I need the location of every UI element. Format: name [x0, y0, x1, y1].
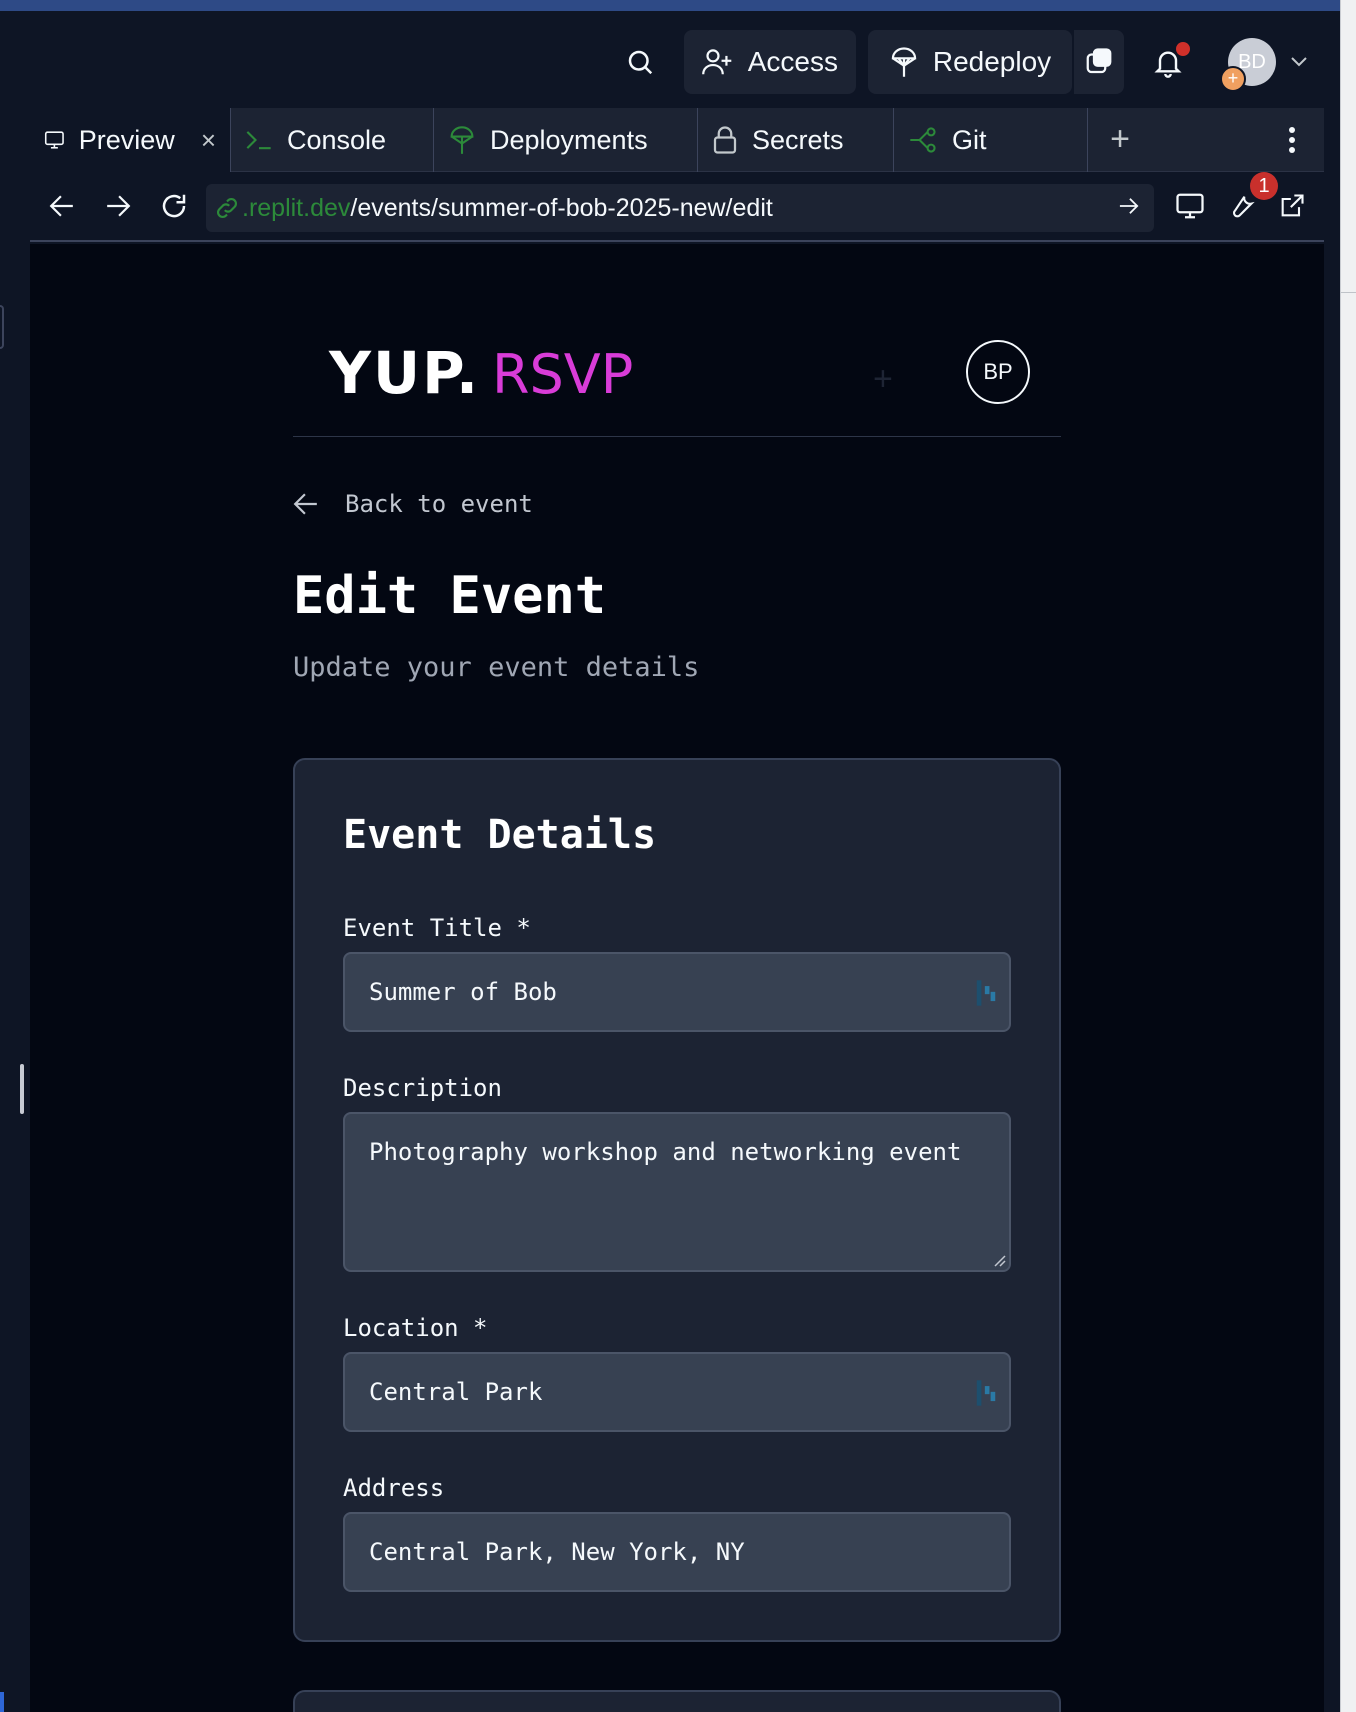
deploy-icon — [450, 126, 474, 154]
app-logo[interactable]: YUP. RSVP — [329, 344, 633, 402]
redeploy-label: Redeploy — [932, 46, 1052, 77]
link-icon — [217, 198, 237, 218]
add-user-icon — [702, 49, 732, 75]
notification-dot — [1176, 42, 1190, 56]
page-title: Edit Event — [293, 566, 607, 626]
tab-label: Secrets — [752, 124, 844, 155]
external-link-icon — [1281, 194, 1304, 217]
copy-icon — [1086, 48, 1112, 74]
header-plus-icon[interactable]: + — [873, 360, 893, 399]
redeploy-button[interactable]: Redeploy — [868, 30, 1072, 94]
address-label: Address — [343, 1474, 445, 1502]
tab-label: Console — [287, 124, 387, 155]
notifications-button[interactable] — [1136, 30, 1200, 94]
chevron-down-icon — [1291, 57, 1307, 67]
tab-git[interactable]: Git — [894, 108, 1088, 172]
location-input[interactable]: Central Park — [343, 1352, 1011, 1432]
logo-accent: RSVP — [492, 343, 634, 406]
app-header: YUP. RSVP + BP — [293, 244, 1061, 437]
arrow-left-icon — [49, 195, 73, 217]
tab-preview[interactable]: Preview × — [30, 108, 231, 172]
logo-main: YUP. — [329, 339, 480, 407]
address-input[interactable]: Central Park, New York, NY — [343, 1512, 1011, 1592]
refresh-icon — [162, 194, 186, 218]
card-title: Event Details — [343, 812, 657, 858]
tab-label: Preview — [78, 124, 175, 155]
url-input[interactable]: .replit.dev/events/summer-of-bob-2025-ne… — [206, 184, 1154, 232]
tab-secrets[interactable]: Secrets — [698, 108, 894, 172]
go-button[interactable] — [1118, 194, 1140, 223]
event-title-label: Event Title * — [343, 914, 531, 942]
device-toggle-button[interactable] — [1168, 184, 1212, 228]
avatar-initials: BP — [983, 359, 1013, 384]
plus-icon: + — [1110, 120, 1130, 158]
arrow-right-icon — [107, 195, 131, 217]
tab-deployments[interactable]: Deployments — [434, 108, 698, 172]
page-subtitle: Update your event details — [293, 652, 700, 683]
redeploy-options-button[interactable] — [1074, 30, 1124, 94]
left-panel-fragment — [0, 305, 4, 349]
workspace-toolbar: Access Redeploy BD + — [0, 11, 1340, 108]
tab-console[interactable]: Console — [231, 108, 434, 172]
url-path: /events/summer-of-bob-2025-new/edit — [350, 193, 773, 222]
search-button[interactable] — [608, 30, 672, 94]
event-title-input[interactable]: Summer of Bob — [343, 952, 1011, 1032]
lock-icon — [713, 126, 737, 154]
close-icon[interactable]: × — [201, 125, 216, 156]
tab-label: Git — [952, 124, 987, 155]
pane-tabs: Preview × Console Deployments Secrets Gi… — [30, 108, 1324, 172]
arrow-left-icon — [293, 493, 317, 515]
devtools-button[interactable]: 1 — [1220, 172, 1278, 228]
tab-more-button[interactable] — [1260, 108, 1324, 171]
open-new-window-button[interactable] — [1270, 184, 1314, 228]
description-label: Description — [343, 1074, 502, 1102]
panel-resize-handle[interactable] — [20, 1064, 24, 1114]
gutter-divider — [1341, 292, 1356, 293]
tab-label: Deployments — [490, 124, 648, 155]
git-branch-icon — [910, 127, 936, 153]
user-menu[interactable]: BD + — [1220, 38, 1308, 92]
left-panel-accent — [0, 1692, 4, 1712]
url-host: .replit.dev — [242, 193, 351, 222]
description-textarea[interactable]: Photography workshop and networking even… — [343, 1112, 1011, 1272]
window-top-border — [0, 0, 1340, 11]
event-details-card: Event Details Event Title * Summer of Bo… — [293, 758, 1061, 1642]
back-nav-button[interactable] — [40, 184, 84, 228]
address-value: Central Park, New York, NY — [369, 1538, 745, 1566]
next-section-card — [293, 1690, 1061, 1712]
upgrade-plus-icon: + — [1220, 66, 1246, 92]
location-value: Central Park — [369, 1378, 543, 1406]
resize-grip-icon[interactable] — [991, 1252, 1007, 1268]
terminal-icon — [246, 131, 271, 150]
description-value: Photography workshop and networking even… — [369, 1138, 962, 1166]
access-label: Access — [747, 46, 838, 77]
search-icon — [628, 50, 653, 75]
forward-nav-button[interactable] — [96, 184, 140, 228]
more-vertical-icon — [1289, 126, 1295, 153]
preview-url-bar: .replit.dev/events/summer-of-bob-2025-ne… — [30, 172, 1324, 242]
app-user-avatar[interactable]: BP — [966, 340, 1030, 404]
event-title-value: Summer of Bob — [369, 978, 557, 1006]
back-to-event-link[interactable]: Back to event — [293, 490, 533, 518]
back-label: Back to event — [345, 490, 533, 518]
monitor-icon — [1176, 193, 1204, 219]
arrow-right-icon — [1119, 198, 1139, 214]
password-manager-icon[interactable] — [973, 1378, 999, 1408]
wrench-icon — [1233, 196, 1255, 218]
location-label: Location * — [343, 1314, 488, 1342]
new-tab-button[interactable]: + — [1088, 108, 1152, 171]
app-page: YUP. RSVP + BP Back to event Edit Event … — [293, 244, 1061, 1712]
preview-viewport: YUP. RSVP + BP Back to event Edit Event … — [30, 244, 1324, 1712]
reload-button[interactable] — [152, 184, 196, 228]
user-avatar: BD + — [1220, 38, 1276, 92]
left-panel-edge — [0, 108, 30, 1712]
password-manager-icon[interactable] — [973, 978, 999, 1008]
right-gutter — [1340, 0, 1356, 1712]
monitor-icon — [44, 131, 64, 149]
access-button[interactable]: Access — [684, 30, 856, 94]
deploy-icon — [891, 47, 917, 77]
